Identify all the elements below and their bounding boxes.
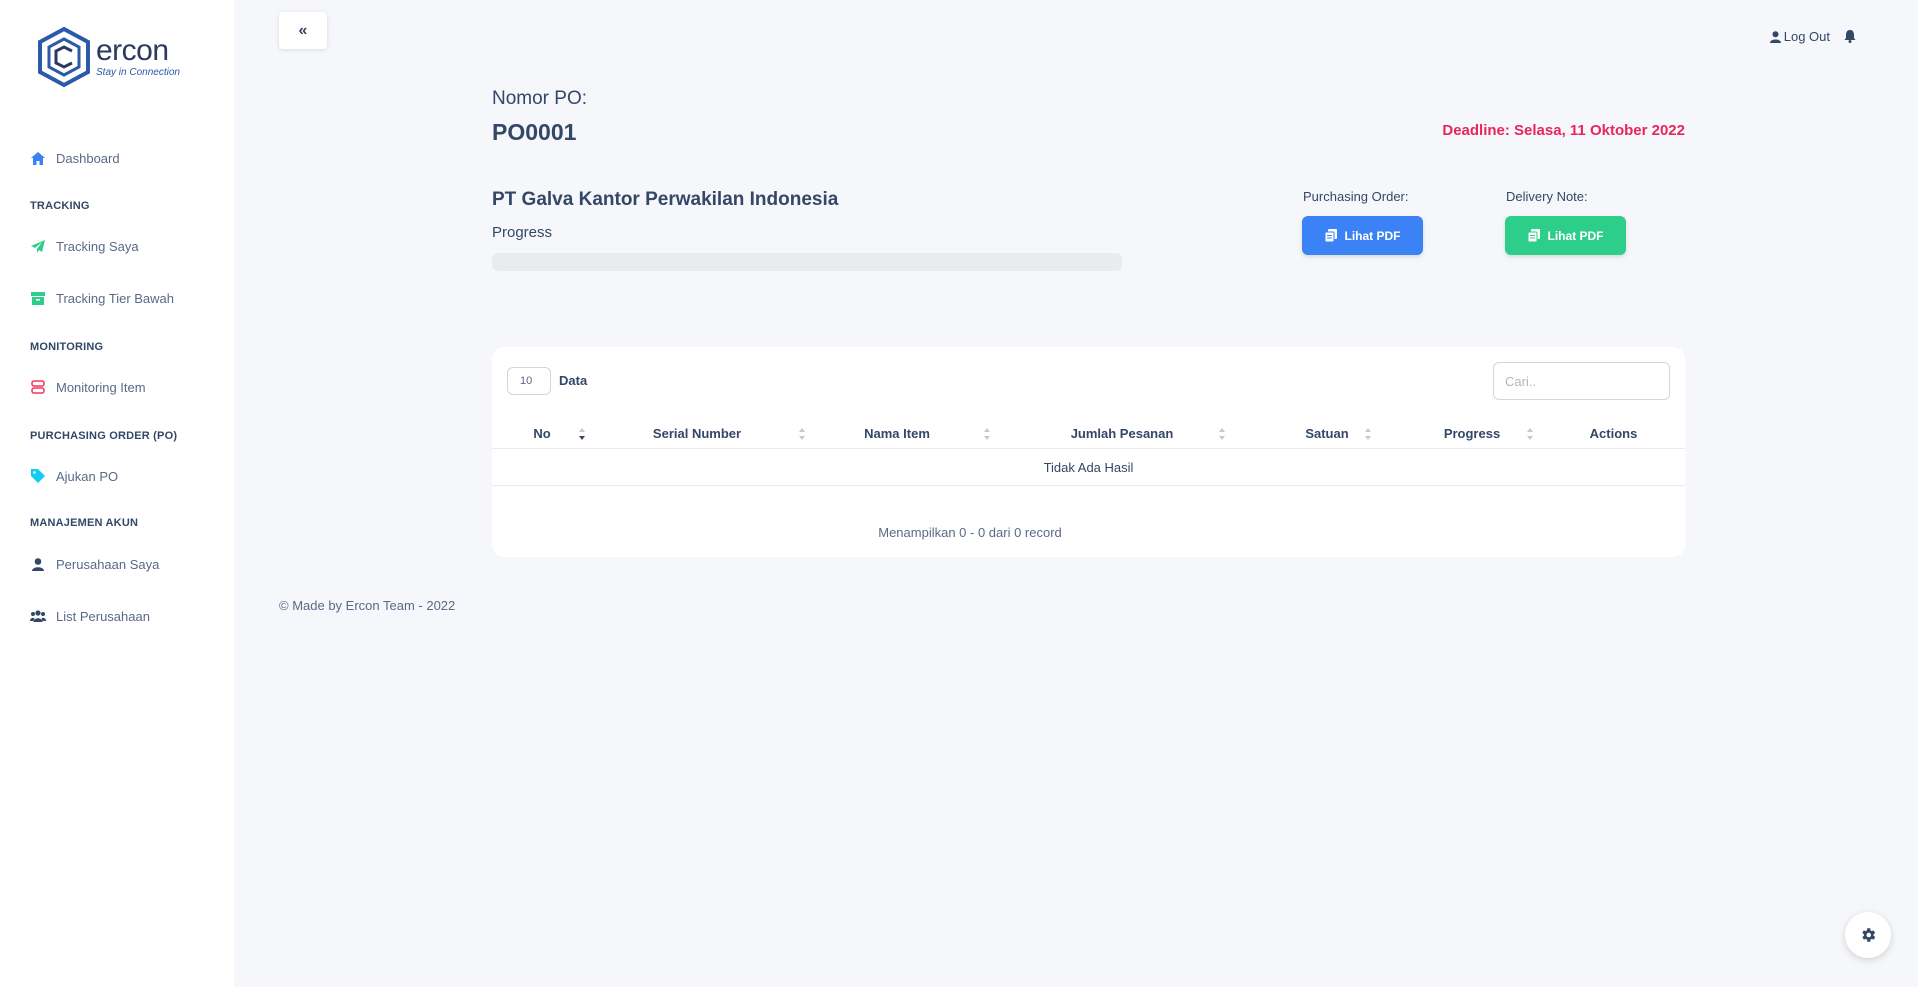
sort-icon (1365, 428, 1371, 440)
sort-icon (799, 428, 805, 440)
table-header: No Serial Number Nama Item Jumlah Pesana… (492, 417, 1685, 449)
sidebar-section-monitoring: MONITORING (30, 341, 104, 353)
footer-copyright: © Made by Ercon Team - 2022 (279, 598, 456, 613)
sidebar-item-ajukan-po[interactable]: Ajukan PO (30, 468, 118, 484)
brand-tagline: Stay in Connection (96, 67, 180, 78)
home-icon (30, 150, 46, 166)
progress-bar (492, 253, 1122, 271)
sort-icon (1527, 428, 1533, 440)
progress-label: Progress (492, 224, 553, 241)
column-header-label: Actions (1589, 425, 1638, 441)
column-header-serial-number[interactable]: Serial Number (602, 417, 792, 449)
delivery-note-label: Delivery Note: (1506, 189, 1588, 204)
column-header-satuan[interactable]: Satuan (1252, 417, 1402, 449)
sidebar-item-dashboard[interactable]: Dashboard (30, 150, 120, 166)
table-empty-row: Tidak Ada Hasil (492, 450, 1685, 486)
column-header-label: Progress (1443, 425, 1501, 441)
user-icon (30, 556, 46, 572)
sidebar-item-label: Dashboard (56, 150, 120, 166)
users-icon (30, 608, 46, 624)
po-number-label: Nomor PO: (492, 88, 588, 109)
logout-label: Log Out (1783, 29, 1830, 44)
brand-name: ercon (96, 34, 169, 67)
column-header-no[interactable]: No (492, 417, 592, 449)
document-icon (1527, 229, 1540, 242)
view-pdf-label: Lihat PDF (1547, 228, 1604, 243)
table-info-text: Menampilkan 0 - 0 dari 0 record (878, 525, 1062, 540)
notification-bell-icon[interactable] (1844, 30, 1856, 43)
column-header-jumlah-pesanan[interactable]: Jumlah Pesanan (1012, 417, 1232, 449)
column-header-label: Nama Item (864, 425, 930, 441)
sidebar-item-label: Perusahaan Saya (56, 556, 160, 572)
sidebar: ercon Stay in Connection Dashboard TRACK… (0, 0, 234, 987)
gear-icon (1862, 928, 1876, 942)
double-chevron-left-icon: « (298, 21, 308, 39)
sort-desc-icon (579, 428, 585, 440)
ercon-logo[interactable]: ercon Stay in Connection (36, 26, 180, 88)
archive-icon (30, 290, 46, 306)
sidebar-item-tracking-tier-bawah[interactable]: Tracking Tier Bawah (30, 290, 174, 306)
purchasing-order-label: Purchasing Order: (1303, 189, 1409, 204)
company-name: PT Galva Kantor Perwakilan Indonesia (492, 189, 839, 210)
sidebar-item-tracking-saya[interactable]: Tracking Saya (30, 238, 139, 254)
sort-icon (1219, 428, 1225, 440)
delivery-note-view-pdf-button[interactable]: Lihat PDF (1505, 216, 1626, 255)
user-icon (1769, 30, 1781, 43)
page-length-label: Data (559, 373, 588, 388)
page-length-value: 10 (520, 375, 533, 387)
paper-plane-icon (30, 238, 46, 254)
table-search-input[interactable] (1493, 362, 1670, 400)
column-header-label: Jumlah Pesanan (1070, 425, 1174, 441)
column-header-actions: Actions (1552, 417, 1675, 449)
settings-button[interactable] (1845, 912, 1891, 958)
sidebar-item-monitoring-item[interactable]: Monitoring Item (30, 379, 146, 395)
po-items-table-card: 10 Data No Serial Number Nama Item Jumla… (492, 347, 1685, 557)
purchasing-order-view-pdf-button[interactable]: Lihat PDF (1302, 216, 1423, 255)
column-header-label: No (533, 425, 551, 441)
sidebar-section-tracking: TRACKING (30, 200, 90, 212)
document-icon (1324, 229, 1337, 242)
ercon-logo-mark-icon (38, 26, 90, 88)
sidebar-section-purchasing-order: PURCHASING ORDER (PO) (30, 430, 178, 442)
column-header-progress[interactable]: Progress (1382, 417, 1562, 449)
server-icon (30, 379, 46, 395)
sidebar-item-label: Tracking Tier Bawah (56, 290, 175, 306)
sidebar-item-list-perusahaan[interactable]: List Perusahaan (30, 608, 150, 624)
sidebar-item-label: List Perusahaan (56, 608, 150, 624)
column-header-nama-item[interactable]: Nama Item (812, 417, 982, 449)
view-pdf-label: Lihat PDF (1344, 228, 1401, 243)
po-number: PO0001 (492, 119, 577, 145)
sort-icon (984, 428, 990, 440)
page-length-select[interactable]: 10 (507, 367, 551, 395)
sidebar-item-label: Tracking Saya (56, 238, 139, 254)
logout-button[interactable]: Log Out (1769, 29, 1830, 44)
column-header-label: Serial Number (652, 425, 742, 441)
sidebar-item-label: Ajukan PO (56, 468, 119, 484)
sidebar-item-label: Monitoring Item (56, 379, 146, 395)
sidebar-item-perusahaan-saya[interactable]: Perusahaan Saya (30, 556, 159, 572)
topbar-actions: Log Out (1769, 29, 1856, 44)
deadline-text: Deadline: Selasa, 11 Oktober 2022 (1442, 122, 1685, 139)
column-header-label: Satuan (1305, 425, 1349, 441)
tag-icon (30, 468, 46, 484)
sidebar-section-manajemen-akun: MANAJEMEN AKUN (30, 517, 139, 529)
sidebar-collapse-button[interactable]: « (279, 12, 327, 49)
